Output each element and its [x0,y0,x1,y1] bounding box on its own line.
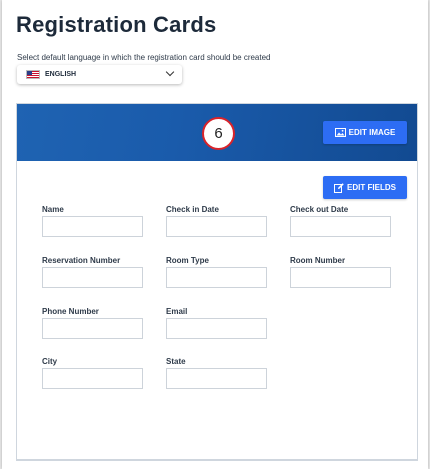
room-number-field[interactable] [290,267,391,288]
field-label-room-number: Room Number [290,256,346,265]
language-select-label: Select default language in which the reg… [17,53,271,62]
registration-card-preview: 6 EDIT IMAGE EDIT FIELDS Name Check in D… [16,103,418,461]
edit-image-button[interactable]: EDIT IMAGE [323,121,407,144]
image-icon [334,128,346,137]
room-type-field[interactable] [166,267,267,288]
field-label-state: State [166,357,186,366]
edit-fields-label: EDIT FIELDS [347,183,396,192]
page-title: Registration Cards [16,12,217,37]
edit-fields-button[interactable]: EDIT FIELDS [323,176,407,199]
registration-cards-page: Registration Cards Select default langua… [2,0,428,469]
city-field[interactable] [42,368,143,389]
field-label-email: Email [166,307,188,316]
field-label-reservation-number: Reservation Number [42,256,121,265]
edit-image-label: EDIT IMAGE [348,128,396,137]
phone-number-field[interactable] [42,318,143,339]
card-header-banner: 6 EDIT IMAGE [17,104,417,161]
field-label-phone-number: Phone Number [42,307,99,316]
state-field[interactable] [166,368,267,389]
field-label-city: City [42,357,58,366]
language-dropdown[interactable]: ENGLISH [17,65,182,84]
language-selected-value: ENGLISH [45,71,77,78]
field-label-name: Name [42,205,64,214]
step-number-badge: 6 [202,117,235,150]
field-label-check-out-date: Check out Date [290,205,349,214]
us-flag-icon [26,70,40,79]
check-out-date-field[interactable] [290,216,391,237]
field-label-check-in-date: Check in Date [166,205,219,214]
card-divider [17,459,417,460]
reservation-number-field[interactable] [42,267,143,288]
chevron-down-icon [165,67,175,77]
check-in-date-field[interactable] [166,216,267,237]
name-field[interactable] [42,216,143,237]
edit-pencil-icon [334,182,344,193]
email-field[interactable] [166,318,267,339]
field-label-room-type: Room Type [166,256,209,265]
